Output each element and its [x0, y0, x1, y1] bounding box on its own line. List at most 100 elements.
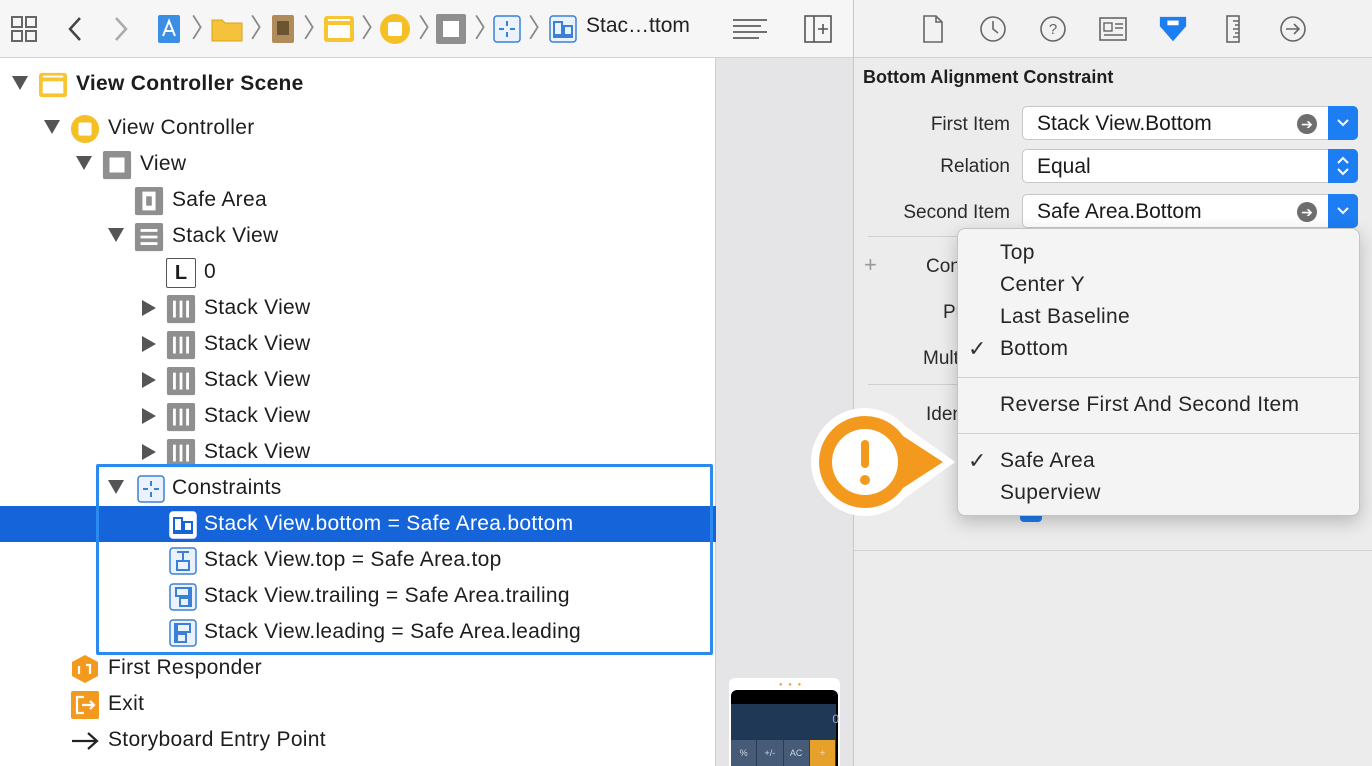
outline-row-stack-view[interactable]: Stack View [0, 398, 716, 434]
help-inspector-icon[interactable]: ? [1038, 14, 1068, 44]
file-inspector-icon[interactable] [918, 14, 948, 44]
horizontal-stack-icon [166, 330, 196, 360]
outline-row-exit[interactable]: Exit [0, 686, 716, 722]
outline-label: Stack View.leading = Safe Area.leading [204, 620, 582, 643]
horizontal-stack-icon [166, 402, 196, 432]
outline-row-label[interactable]: L 0 [0, 254, 716, 290]
outline-row-constraint-bottom[interactable]: Stack View.bottom = Safe Area.bottom [0, 506, 716, 542]
menu-item-reverse[interactable]: Reverse First And Second Item [1000, 393, 1299, 417]
document-outline: View Controller Scene View Controller Vi… [0, 58, 716, 766]
view-controller-icon[interactable] [378, 13, 412, 45]
first-item-value: Stack View.Bottom [1037, 112, 1212, 135]
disclosure-down-icon[interactable] [108, 480, 124, 494]
second-item-popup[interactable]: Safe Area.Bottom ➔ [1022, 194, 1358, 228]
outline-row-constraint-top[interactable]: Stack View.top = Safe Area.top [0, 542, 716, 578]
outline-label: Stack View [204, 296, 311, 319]
outline-row-stack-view[interactable]: Stack View [0, 218, 716, 254]
inspector-title: Bottom Alignment Constraint [863, 67, 1114, 87]
outline-row-scene[interactable]: View Controller Scene [0, 66, 716, 102]
chevron-down-icon[interactable] [1328, 194, 1358, 228]
menu-item-center-y[interactable]: Center Y [1000, 273, 1085, 297]
constraints-icon[interactable] [492, 13, 522, 45]
outline-label: First Responder [108, 656, 262, 679]
scene-dock-icon: ● ● ● [779, 682, 804, 688]
outline-row-stack-view[interactable]: Stack View [0, 326, 716, 362]
go-arrow-icon[interactable]: ➔ [1297, 114, 1317, 134]
folder-icon[interactable] [210, 13, 244, 45]
second-item-value: Safe Area.Bottom [1037, 200, 1202, 223]
warning-callout-icon [807, 404, 967, 520]
identity-inspector-icon[interactable] [1098, 14, 1128, 44]
disclosure-right-icon[interactable] [142, 300, 156, 316]
up-down-chevron-icon[interactable] [1328, 149, 1358, 183]
outline-row-stack-view[interactable]: Stack View [0, 362, 716, 398]
history-inspector-icon[interactable] [978, 14, 1008, 44]
jump-bar: 〉 〉 〉 〉 〉 〉 〉 Stac…ttom [0, 0, 853, 58]
disclosure-right-icon[interactable] [142, 408, 156, 424]
attributes-inspector-icon[interactable] [1158, 14, 1188, 44]
arrow-right-icon [70, 726, 100, 756]
checkmark-icon: ✓ [968, 448, 987, 473]
outline-row-safe-area[interactable]: Safe Area [0, 182, 716, 218]
size-inspector-icon[interactable] [1218, 14, 1248, 44]
chevron-down-icon[interactable] [1328, 106, 1358, 140]
back-icon[interactable] [60, 13, 90, 45]
safe-area-icon [134, 186, 164, 216]
view-icon[interactable] [434, 13, 468, 45]
outline-row-view-controller[interactable]: View Controller [0, 110, 716, 146]
outline-row-entry-point[interactable]: Storyboard Entry Point [0, 722, 716, 758]
multiplier-label: Mult [923, 348, 959, 369]
top-constraint-icon [168, 546, 198, 576]
calculator-key: % [731, 740, 758, 766]
first-item-popup[interactable]: Stack View.Bottom ➔ [1022, 106, 1358, 140]
view-icon [102, 150, 132, 180]
disclosure-down-icon[interactable] [44, 120, 60, 134]
forward-icon[interactable] [106, 13, 136, 45]
outline-label: View Controller [108, 116, 255, 139]
outline-row-stack-view[interactable]: Stack View [0, 290, 716, 326]
add-variation-icon[interactable]: + [864, 252, 877, 278]
outline-label: Exit [108, 692, 145, 715]
outline-label: Stack View [204, 440, 311, 463]
outline-label: Stack View [204, 404, 311, 427]
disclosure-down-icon[interactable] [108, 228, 124, 242]
inspector-tabs: ? [854, 0, 1372, 58]
project-file-icon[interactable] [154, 13, 184, 45]
scene-icon[interactable] [322, 13, 356, 45]
constant-label: Con [926, 256, 961, 277]
disclosure-down-icon[interactable] [76, 156, 92, 170]
disclosure-right-icon[interactable] [142, 336, 156, 352]
outline-row-stack-view[interactable]: Stack View [0, 434, 716, 470]
connections-inspector-icon[interactable] [1278, 14, 1308, 44]
disclosure-right-icon[interactable] [142, 444, 156, 460]
document-outline-icon[interactable] [730, 13, 770, 45]
breadcrumb-current[interactable]: Stac…ttom [586, 14, 690, 38]
outline-row-first-responder[interactable]: First Responder [0, 650, 716, 686]
bottom-constraint-icon[interactable] [548, 13, 578, 45]
calculator-keys: % +/- AC ÷ [731, 740, 836, 766]
go-arrow-icon[interactable]: ➔ [1297, 202, 1317, 222]
related-items-icon[interactable] [8, 13, 40, 45]
menu-item-bottom[interactable]: Bottom [1000, 337, 1068, 361]
outline-row-constraint-leading[interactable]: Stack View.leading = Safe Area.leading [0, 614, 716, 650]
relation-label: Relation [940, 156, 1010, 177]
relation-popup[interactable]: Equal [1022, 149, 1358, 183]
relation-value: Equal [1037, 155, 1091, 178]
menu-item-safe-area[interactable]: Safe Area [1000, 449, 1095, 473]
menu-item-top[interactable]: Top [1000, 241, 1035, 265]
calculator-key: AC [783, 740, 810, 766]
outline-label: View [140, 152, 187, 175]
menu-item-last-baseline[interactable]: Last Baseline [1000, 305, 1130, 329]
outline-row-view[interactable]: View [0, 146, 716, 182]
storyboard-file-icon[interactable] [270, 13, 296, 45]
add-editor-icon[interactable] [803, 13, 833, 45]
disclosure-down-icon[interactable] [12, 76, 28, 90]
disclosure-right-icon[interactable] [142, 372, 156, 388]
view-controller-icon [70, 114, 100, 144]
scene-thumbnail[interactable]: ● ● ● 0 % +/- AC ÷ [729, 678, 840, 766]
outline-row-constraint-trailing[interactable]: Stack View.trailing = Safe Area.trailing [0, 578, 716, 614]
outline-row-constraints[interactable]: Constraints [0, 470, 716, 506]
horizontal-stack-icon [166, 366, 196, 396]
outline-label: Stack View [172, 224, 279, 247]
menu-item-superview[interactable]: Superview [1000, 481, 1101, 505]
